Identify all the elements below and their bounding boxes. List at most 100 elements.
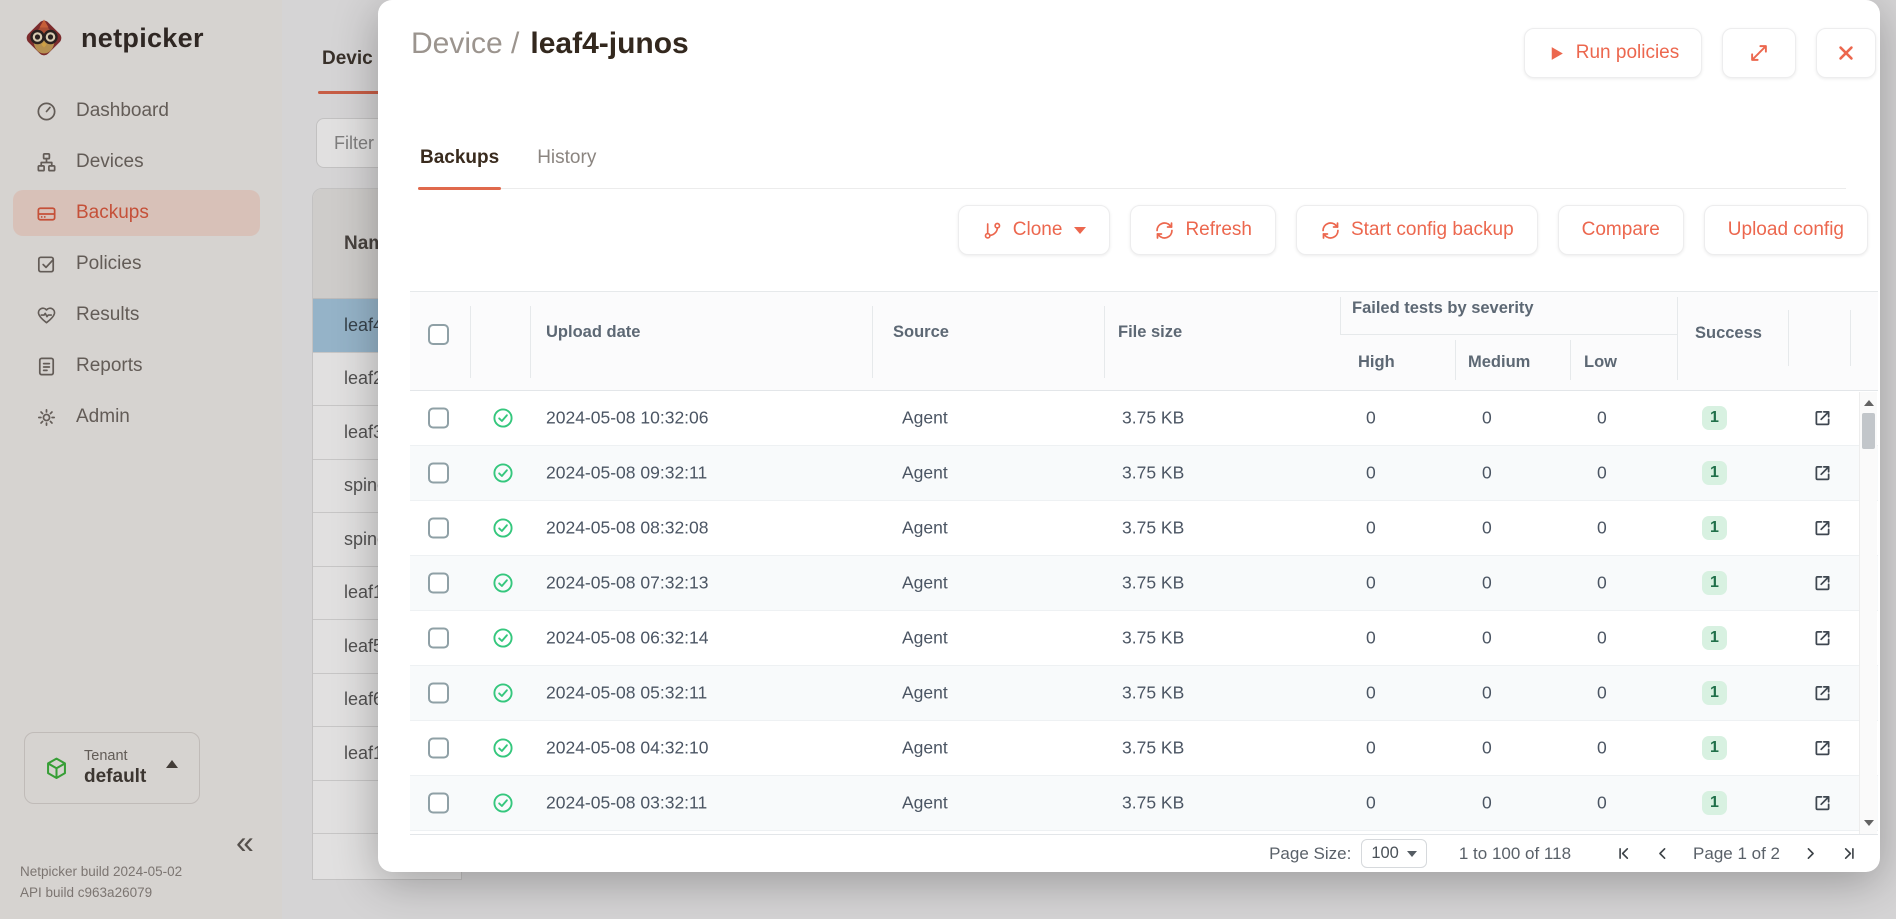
failed-low-cell: 0 bbox=[1597, 628, 1607, 649]
file-size-cell: 3.75 KB bbox=[1122, 628, 1184, 649]
open-backup-button[interactable] bbox=[1812, 463, 1833, 484]
refresh-icon bbox=[1320, 220, 1341, 241]
failed-medium-cell: 0 bbox=[1482, 408, 1492, 429]
select-all-checkbox[interactable] bbox=[428, 324, 449, 345]
open-backup-button[interactable] bbox=[1812, 683, 1833, 704]
success-badge: 1 bbox=[1702, 626, 1727, 650]
play-icon bbox=[1547, 44, 1566, 63]
page-title: Device / leaf4-junos bbox=[411, 27, 689, 61]
row-checkbox[interactable] bbox=[428, 683, 449, 704]
failed-medium-cell: 0 bbox=[1482, 573, 1492, 594]
status-check-icon bbox=[492, 572, 514, 594]
external-link-icon bbox=[1812, 408, 1833, 429]
file-size-cell: 3.75 KB bbox=[1122, 573, 1184, 594]
success-badge: 1 bbox=[1702, 461, 1727, 485]
backup-table-row: 2024-05-08 03:32:11 Agent 3.75 KB 0 0 0 … bbox=[410, 776, 1878, 831]
open-backup-button[interactable] bbox=[1812, 628, 1833, 649]
external-link-icon bbox=[1812, 793, 1833, 814]
failed-medium-cell: 0 bbox=[1482, 793, 1492, 814]
chevron-right-icon bbox=[1802, 845, 1819, 862]
col-high: High bbox=[1358, 353, 1395, 372]
panel-tabs: Backups History bbox=[418, 128, 1846, 189]
tab-backups[interactable]: Backups bbox=[418, 128, 501, 188]
external-link-icon bbox=[1812, 518, 1833, 539]
backup-table-row: 2024-05-08 10:32:06 Agent 3.75 KB 0 0 0 … bbox=[410, 391, 1878, 446]
success-badge: 1 bbox=[1702, 406, 1727, 430]
start-config-backup-button[interactable]: Start config backup bbox=[1296, 205, 1538, 255]
failed-low-cell: 0 bbox=[1597, 793, 1607, 814]
source-cell: Agent bbox=[902, 738, 948, 759]
upload-date-cell: 2024-05-08 07:32:13 bbox=[546, 573, 709, 594]
source-cell: Agent bbox=[902, 518, 948, 539]
scroll-up-arrow-icon[interactable] bbox=[1864, 400, 1874, 406]
file-size-cell: 3.75 KB bbox=[1122, 738, 1184, 759]
file-size-cell: 3.75 KB bbox=[1122, 518, 1184, 539]
prev-page-button[interactable] bbox=[1654, 845, 1671, 862]
run-policies-label: Run policies bbox=[1576, 42, 1680, 64]
row-checkbox[interactable] bbox=[428, 738, 449, 759]
open-backup-button[interactable] bbox=[1812, 573, 1833, 594]
file-size-cell: 3.75 KB bbox=[1122, 408, 1184, 429]
status-check-icon bbox=[492, 792, 514, 814]
pagination-range: 1 to 100 of 118 bbox=[1459, 844, 1571, 864]
column-divider bbox=[872, 306, 873, 378]
source-cell: Agent bbox=[902, 573, 948, 594]
external-link-icon bbox=[1812, 628, 1833, 649]
git-branch-icon bbox=[982, 220, 1003, 241]
close-panel-button[interactable] bbox=[1816, 28, 1876, 78]
open-backup-button[interactable] bbox=[1812, 408, 1833, 429]
failed-medium-cell: 0 bbox=[1482, 518, 1492, 539]
success-badge: 1 bbox=[1702, 736, 1727, 760]
row-checkbox[interactable] bbox=[428, 793, 449, 814]
table-scrollbar[interactable] bbox=[1859, 392, 1877, 834]
compare-button[interactable]: Compare bbox=[1558, 205, 1684, 255]
expand-panel-button[interactable] bbox=[1722, 28, 1796, 78]
scroll-down-arrow-icon[interactable] bbox=[1864, 820, 1874, 826]
col-medium: Medium bbox=[1468, 353, 1530, 372]
page-size-select[interactable]: 100 bbox=[1361, 839, 1427, 868]
failed-medium-cell: 0 bbox=[1482, 628, 1492, 649]
row-checkbox[interactable] bbox=[428, 518, 449, 539]
failed-low-cell: 0 bbox=[1597, 518, 1607, 539]
failed-medium-cell: 0 bbox=[1482, 463, 1492, 484]
first-page-button[interactable] bbox=[1615, 845, 1632, 862]
refresh-button[interactable]: Refresh bbox=[1130, 205, 1276, 255]
upload-config-button[interactable]: Upload config bbox=[1704, 205, 1868, 255]
col-low: Low bbox=[1584, 353, 1617, 372]
last-page-button[interactable] bbox=[1841, 845, 1858, 862]
open-backup-button[interactable] bbox=[1812, 738, 1833, 759]
upload-date-cell: 2024-05-08 05:32:11 bbox=[546, 683, 707, 704]
run-policies-button[interactable]: Run policies bbox=[1524, 28, 1702, 78]
upload-date-cell: 2024-05-08 10:32:06 bbox=[546, 408, 709, 429]
row-checkbox[interactable] bbox=[428, 463, 449, 484]
external-link-icon bbox=[1812, 463, 1833, 484]
pagination-bar: Page Size: 100 1 to 100 of 118 Page 1 of… bbox=[410, 834, 1878, 872]
scrollbar-thumb[interactable] bbox=[1862, 413, 1875, 449]
success-badge: 1 bbox=[1702, 571, 1727, 595]
open-backup-button[interactable] bbox=[1812, 793, 1833, 814]
backups-rows: 2024-05-08 10:32:06 Agent 3.75 KB 0 0 0 … bbox=[410, 391, 1878, 834]
row-checkbox[interactable] bbox=[428, 408, 449, 429]
backup-toolbar: Clone Refresh Start config backup Compar… bbox=[410, 205, 1868, 255]
external-link-icon bbox=[1812, 738, 1833, 759]
failed-low-cell: 0 bbox=[1597, 408, 1607, 429]
breadcrumb: Device / bbox=[411, 27, 519, 61]
row-checkbox[interactable] bbox=[428, 573, 449, 594]
next-page-button[interactable] bbox=[1802, 845, 1819, 862]
tab-history[interactable]: History bbox=[535, 128, 598, 188]
upload-date-cell: 2024-05-08 03:32:11 bbox=[546, 793, 707, 814]
device-detail-panel: Device / leaf4-junos Run policies Backup… bbox=[378, 0, 1880, 872]
pagination-page-text: Page 1 of 2 bbox=[1693, 844, 1780, 864]
failed-high-cell: 0 bbox=[1366, 518, 1376, 539]
upload-date-cell: 2024-05-08 06:32:14 bbox=[546, 628, 709, 649]
file-size-cell: 3.75 KB bbox=[1122, 793, 1184, 814]
success-badge: 1 bbox=[1702, 516, 1727, 540]
first-page-icon bbox=[1615, 845, 1632, 862]
open-backup-button[interactable] bbox=[1812, 518, 1833, 539]
clone-dropdown-button[interactable]: Clone bbox=[958, 205, 1111, 255]
compare-label: Compare bbox=[1582, 219, 1660, 241]
row-checkbox[interactable] bbox=[428, 628, 449, 649]
column-divider bbox=[1104, 306, 1105, 378]
column-divider bbox=[1340, 297, 1341, 334]
backup-table-row: 2024-05-08 07:32:13 Agent 3.75 KB 0 0 0 … bbox=[410, 556, 1878, 611]
